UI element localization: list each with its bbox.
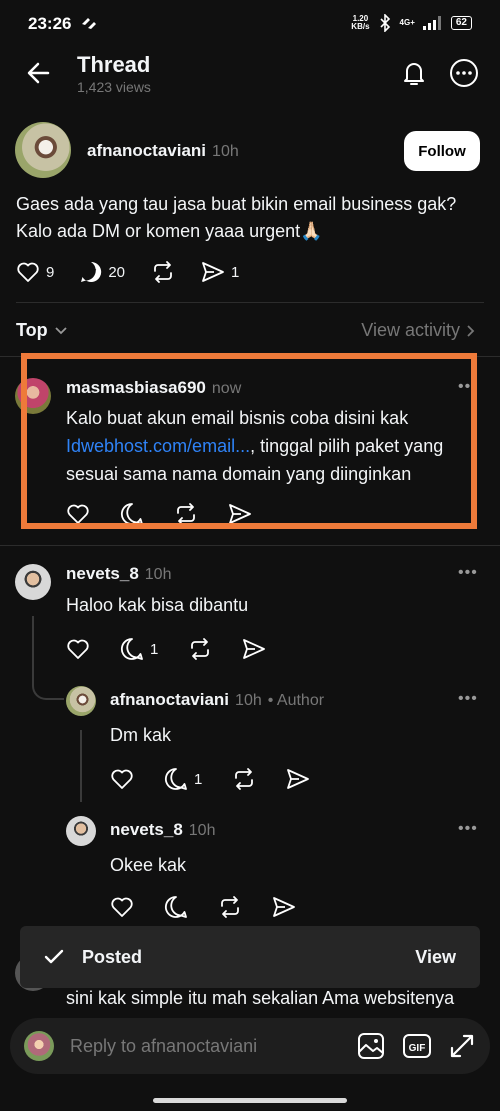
reply-author-row: nevets_8 10h [110,820,215,840]
status-icons: 1.20 KB/s 4G+ 62 [351,14,472,32]
share-count: 1 [231,263,240,281]
reply-input[interactable]: Reply to afnanoctaviani [70,1036,356,1057]
reply-count: 20 [108,263,126,281]
toast-view-button[interactable]: View [415,947,456,968]
sort-dropdown[interactable]: Top [16,320,68,341]
share-button[interactable]: 1 [201,261,239,283]
avatar [24,1031,54,1061]
like-count: 9 [46,263,55,281]
reply-more-icon[interactable]: ••• [458,820,478,838]
reply-time: 10h [235,692,262,709]
divider [0,545,500,546]
reply-text: sini kak simple itu mah sekalian Ama web… [66,988,455,1008]
repost-icon[interactable] [188,637,212,661]
heart-icon[interactable] [66,638,90,660]
reply-author-row: afnanoctaviani 10h • Author [110,690,324,710]
comment-icon [164,768,187,790]
reply-text: Okee kak [110,855,187,875]
repost-icon[interactable] [218,895,242,919]
reply-more-icon[interactable]: ••• [458,564,478,582]
reply-time: 10h [188,822,216,839]
battery-indicator: 62 [450,16,472,30]
more-options-icon[interactable] [448,57,480,89]
author-badge: • Author [267,692,325,709]
highlight-box [21,353,477,529]
bluetooth-icon [378,14,392,32]
comment-button[interactable]: 1 [164,767,202,791]
reply-actions [110,895,296,919]
reply-more-icon[interactable]: ••• [458,690,478,708]
checkmark-icon [44,949,64,965]
divider [16,302,484,303]
status-bar: 23:26 1.20 KB/s 4G+ 62 [0,0,500,48]
posted-toast: Posted View [20,926,480,988]
thread-header: Thread 1,423 views [0,48,500,104]
net-speed: 1.20 KB/s [351,14,370,31]
reply-username[interactable]: afnanoctaviani [110,690,229,710]
view-count: 1,423 views [77,79,151,95]
reply-actions: 1 [66,637,266,661]
post-author-row: afnanoctaviani 10h [87,141,239,161]
post-time: 10h [212,143,239,160]
reply-button[interactable]: 20 [80,261,125,283]
reply-author-row: nevets_8 10h [66,564,171,584]
status-time: 23:26 [28,14,72,33]
expand-icon[interactable] [448,1032,476,1060]
svg-text:GIF: GIF [409,1043,426,1054]
reply-time: 10h [144,566,172,583]
tiktok-icon [80,15,98,31]
heart-icon[interactable] [110,896,134,918]
signal-icon [422,16,443,30]
reply-checked-icon [80,261,102,283]
send-icon [201,261,225,283]
reply-count: 1 [150,640,159,658]
reply-actions: 1 [110,767,310,791]
page-title: Thread [77,52,151,77]
reply-username[interactable]: nevets_8 [66,564,139,584]
chevron-down-icon [54,326,68,336]
view-activity-link[interactable]: View activity [361,320,476,341]
repost-icon [151,260,175,284]
avatar[interactable] [66,816,96,846]
reply-composer[interactable]: Reply to afnanoctaviani GIF [10,1018,490,1074]
image-icon[interactable] [356,1031,386,1061]
comment-icon[interactable] [164,895,188,919]
reply-text: Dm kak [110,725,172,745]
thread-connector [32,670,64,700]
heart-icon [16,261,40,283]
network-type: 4G+ [399,18,415,27]
avatar[interactable] [15,564,51,600]
comment-icon [120,638,143,660]
heart-icon[interactable] [110,768,134,790]
reply-text: Haloo kak bisa dibantu [66,595,249,615]
home-indicator [153,1098,347,1103]
reply-username[interactable]: nevets_8 [110,820,183,840]
repost-button[interactable] [151,260,175,284]
post-username[interactable]: afnanoctaviani [87,141,206,161]
toast-label: Posted [82,946,143,967]
post-text: Gaes ada yang tau jasa buat bikin email … [16,194,457,241]
follow-button[interactable]: Follow [404,131,480,171]
chevron-right-icon [466,324,476,338]
gif-icon[interactable]: GIF [402,1031,432,1061]
avatar[interactable] [15,122,71,178]
repost-icon[interactable] [232,767,256,791]
avatar[interactable] [66,686,96,716]
bell-icon[interactable] [398,57,430,89]
send-icon[interactable] [272,896,296,918]
view-activity-label: View activity [361,320,460,340]
sort-label: Top [16,320,48,340]
send-icon[interactable] [286,768,310,790]
comment-button[interactable]: 1 [120,637,158,661]
reply-count: 1 [194,770,203,788]
back-arrow-icon[interactable] [24,58,54,88]
thread-line [80,730,82,802]
post-actions: 9 20 1 [16,260,239,284]
send-icon[interactable] [242,638,266,660]
like-button[interactable]: 9 [16,261,54,283]
